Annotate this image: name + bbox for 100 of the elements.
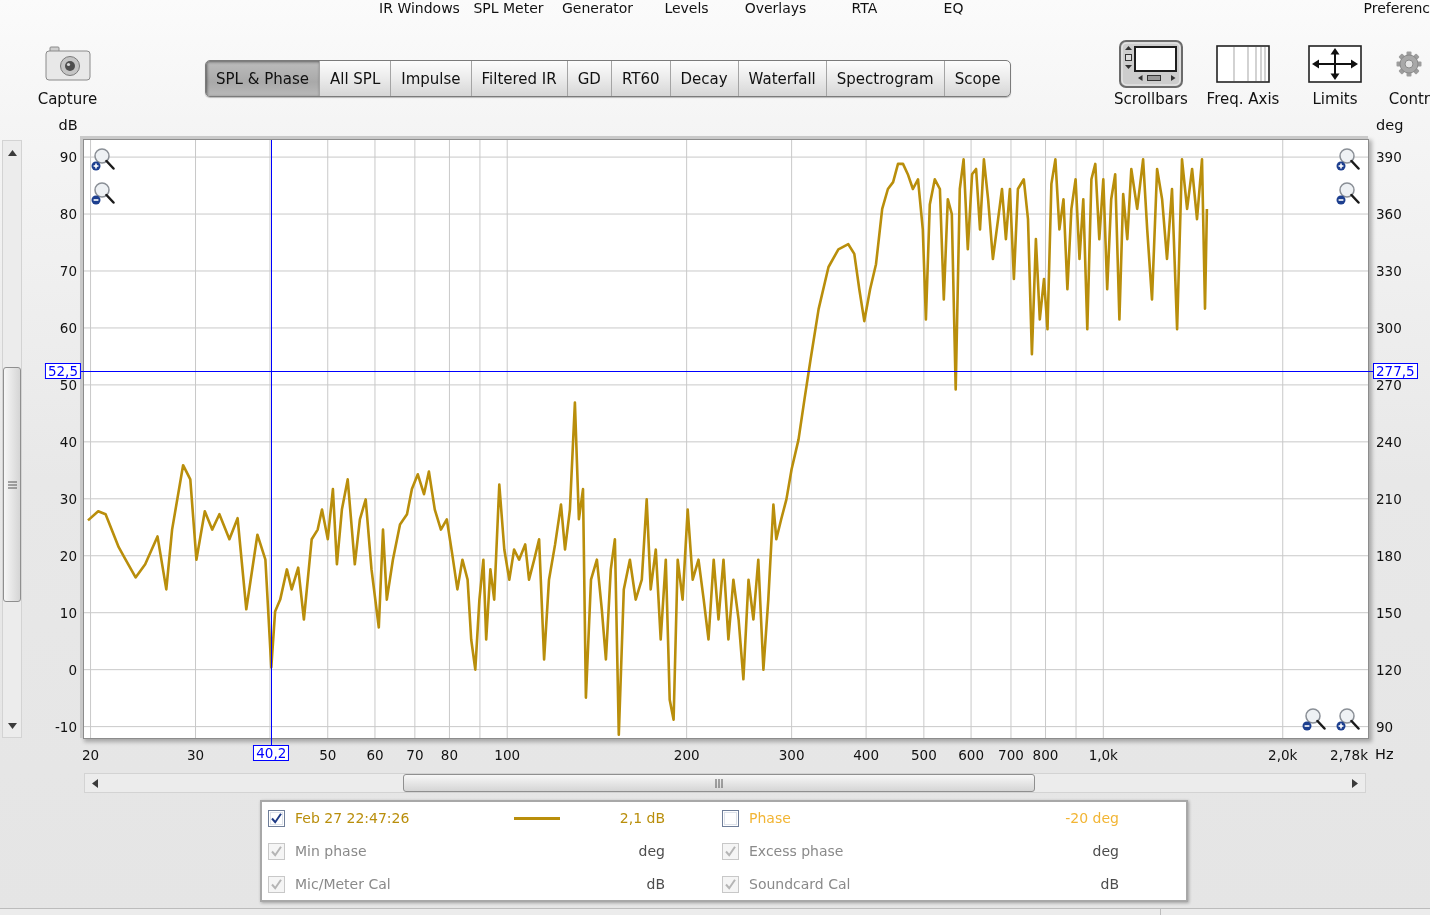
y-tick-label: 50 [59,378,77,391]
x-tick-label: 600 [958,746,984,764]
cursor-readout: 277,5 [1373,362,1418,379]
toolbar-button[interactable]: Preferenc [1363,0,1430,16]
tab[interactable]: Impulse [391,61,472,96]
grip-icon [7,480,17,489]
legend-label: Soundcard Cal [749,876,852,893]
y-tick-label: 120 [1376,663,1402,676]
x-tick-label: 60 [366,746,384,764]
x-tick-label: 800 [1032,746,1059,764]
y-tick-label: 70 [59,265,77,277]
y-tick-label: 240 [1376,435,1402,448]
x-tick-label: 1,0k [1088,746,1118,764]
toolbar-button[interactable]: SPL Meter [473,0,544,16]
axis-unit-label: deg [1376,118,1404,133]
y-tick-label: -10 [54,720,77,733]
x-tick-label: 20 [82,746,100,764]
y-tick-label: 80 [59,208,77,220]
y-tick-label: 10 [59,606,77,619]
toolbar-button[interactable]: Scrollbars [1114,40,1188,108]
tab[interactable]: Waterfall [738,61,827,96]
toolbar-button[interactable]: RTA [851,0,878,16]
zoom-out-icon[interactable] [1336,181,1360,205]
legend-value: dB [646,876,665,893]
legend-value: -20 deg [1065,810,1119,827]
y-tick-label: 0 [68,663,77,676]
checkbox[interactable] [268,810,285,827]
zoom-out-icon[interactable] [1302,707,1326,731]
x-tick-label: 2,78k [1330,746,1368,764]
grip-icon [715,778,723,788]
zoom-in-icon[interactable] [1336,147,1360,171]
tab[interactable]: All SPL [319,61,392,96]
toolbar-button[interactable]: Contr [1388,40,1430,108]
y-tick-label: 60 [59,321,77,334]
tab[interactable]: RT60 [611,61,671,96]
legend-value: dB [1100,876,1119,893]
tab[interactable]: Spectrogram [826,61,945,96]
toolbar-button[interactable]: Limits [1308,40,1362,108]
axis-unit-label: Hz [1375,747,1394,762]
vertical-lines-icon[interactable] [1216,45,1270,83]
tab[interactable]: GD [567,61,612,96]
toolbar-button[interactable]: IR Windows [379,0,460,16]
toolbar-button[interactable]: Freq. Axis [1206,40,1280,108]
capture-button[interactable]: Capture [37,40,98,108]
y-tick-label: 390 [1376,151,1402,164]
legend-label: Mic/Meter Cal [295,876,392,893]
toolbar-button[interactable]: Levels [664,0,709,16]
x-tick-label: 70 [406,746,424,764]
x-tick-label: 30 [186,746,205,764]
checkbox[interactable] [722,810,739,827]
y-tick-label: 20 [59,549,77,562]
x-tick-label: 100 [494,746,521,764]
x-tick-label: 500 [911,746,937,764]
tab[interactable]: Decay [670,61,739,96]
y-tick-label: 270 [1376,378,1402,391]
legend-value: 2,1 dB [619,810,665,827]
up-arrow-icon[interactable] [7,150,17,156]
y-tick-label: 330 [1376,265,1402,277]
tab[interactable]: Scope [944,61,1011,96]
toolbar-button[interactable]: Overlays [744,0,807,16]
legend-label: Phase [749,810,792,827]
toolbar-button[interactable]: EQ [943,0,964,16]
x-tick-label: 400 [853,746,879,764]
zoom-in-icon[interactable] [1336,707,1360,731]
y-tick-label: 360 [1376,208,1402,220]
window-scrollbar-icon[interactable] [1119,40,1183,88]
legend-label: Excess phase [749,843,845,860]
x-tick-label: 700 [998,746,1024,764]
x-tick-label: 200 [673,746,700,764]
line-swatch-icon [514,817,560,820]
axis-unit-label: dB [58,118,78,133]
gear-icon[interactable] [1396,51,1423,77]
y-tick-label: 30 [59,492,77,505]
tab[interactable]: SPL & Phase [206,61,320,96]
right-arrow-icon[interactable] [1352,778,1358,788]
scrollbar-thumb[interactable] [3,367,21,602]
vertical-scrollbar[interactable] [2,140,22,738]
y-tick-label: 210 [1376,492,1402,505]
y-tick-label: 90 [1376,720,1394,733]
legend-value: deg [638,843,665,860]
x-tick-label: 300 [778,746,805,764]
camera-icon[interactable] [44,46,91,82]
toolbar-button[interactable]: Generator [561,0,634,16]
left-arrow-icon[interactable] [92,778,98,788]
zoom-out-icon[interactable] [91,181,115,205]
scrollbar-thumb[interactable] [403,774,1035,792]
x-tick-label: 50 [319,746,337,764]
y-tick-label: 90 [59,151,77,164]
cursor-readout: 40,2 [253,745,290,761]
x-tick-label: 80 [440,746,458,764]
zoom-in-icon[interactable] [91,147,115,171]
y-tick-label: 180 [1376,549,1402,562]
y-tick-label: 40 [59,435,77,448]
cursor-readout: 52,5 [44,362,81,379]
legend-value: deg [1092,843,1119,860]
tab[interactable]: Filtered IR [471,61,568,96]
down-arrow-icon[interactable] [7,723,17,729]
y-tick-label: 300 [1376,321,1402,334]
horizontal-scrollbar[interactable] [84,773,1366,793]
legend-label: Min phase [295,843,368,860]
